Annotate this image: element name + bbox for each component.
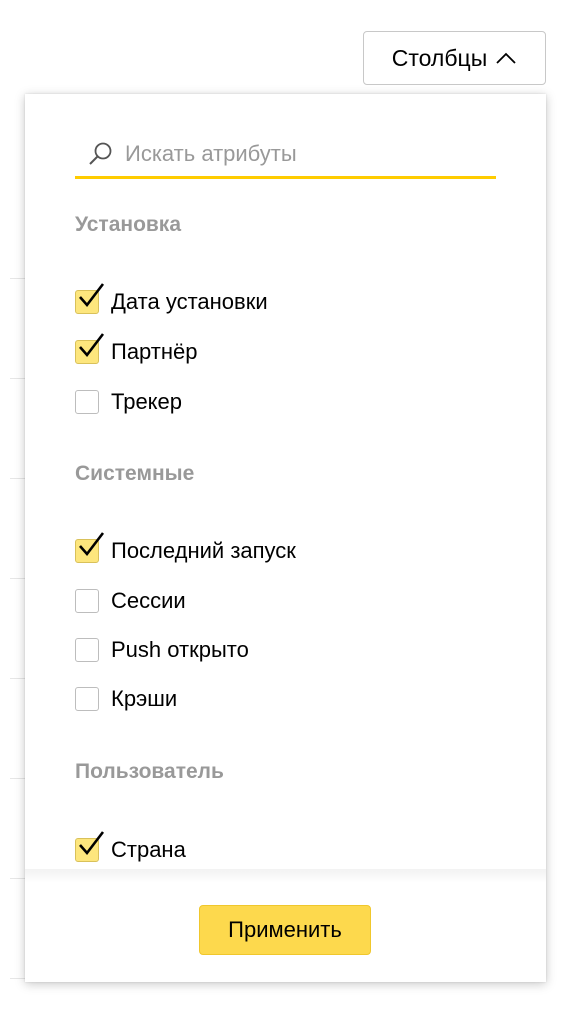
group-title-user: Пользователь (75, 760, 224, 783)
checkbox-label: Дата установки (111, 289, 268, 314)
checkmark-icon (79, 283, 105, 308)
table-divider (10, 678, 26, 679)
group-title-installation: Установка (75, 213, 181, 236)
checkbox[interactable] (75, 532, 105, 563)
checkbox[interactable] (75, 390, 99, 414)
checkbox-label: Push открыто (111, 637, 249, 662)
table-divider (10, 478, 26, 479)
checkbox[interactable] (75, 638, 99, 662)
checkbox-label: Крэши (111, 686, 178, 711)
columns-dropdown: Установка Дата установки Партнёр Трекер (25, 94, 546, 982)
table-divider (10, 278, 26, 279)
checkbox-item-crashes[interactable]: Крэши (75, 684, 177, 714)
checkbox-item-tracker[interactable]: Трекер (75, 387, 182, 417)
checkbox-item-install-date[interactable]: Дата установки (75, 283, 268, 317)
checkbox[interactable] (75, 283, 105, 314)
checkbox-label: Страна (111, 837, 186, 862)
table-divider (10, 878, 26, 879)
checkbox-item-last-launch[interactable]: Последний запуск (75, 532, 296, 566)
table-divider (10, 778, 26, 779)
checkbox-label: Трекер (111, 389, 183, 414)
search-field[interactable] (75, 132, 496, 179)
checkmark-icon (79, 333, 105, 358)
table-divider (10, 978, 26, 979)
apply-button[interactable]: Применить (199, 905, 371, 955)
page: Столбцы Установка Дата установки (0, 0, 576, 1015)
table-divider (10, 578, 26, 579)
checkbox-item-push-opened[interactable]: Push открыто (75, 635, 249, 665)
checkbox[interactable] (75, 687, 99, 711)
columns-button-label: Столбцы (391, 44, 488, 71)
checkbox[interactable] (75, 589, 99, 613)
chevron-up-icon (496, 52, 516, 64)
checkbox-item-partner[interactable]: Партнёр (75, 333, 198, 367)
search-icon (89, 142, 112, 165)
checkbox-label: Партнёр (111, 339, 198, 364)
checkbox[interactable] (75, 333, 105, 364)
checkmark-icon (79, 831, 105, 856)
checkbox[interactable] (75, 831, 105, 862)
checkmark-icon (79, 532, 105, 557)
table-divider (10, 378, 26, 379)
columns-button[interactable]: Столбцы (363, 31, 546, 85)
group-title-system: Системные (75, 462, 195, 485)
checkbox-label: Последний запуск (111, 538, 296, 563)
footer-divider-shadow (25, 869, 546, 883)
checkbox-label: Сессии (111, 588, 186, 613)
checkbox-item-sessions[interactable]: Сессии (75, 586, 186, 616)
search-input[interactable] (125, 141, 465, 167)
attribute-list[interactable]: Установка Дата установки Партнёр Трекер (25, 94, 546, 874)
checkbox-item-country[interactable]: Страна (75, 831, 186, 865)
